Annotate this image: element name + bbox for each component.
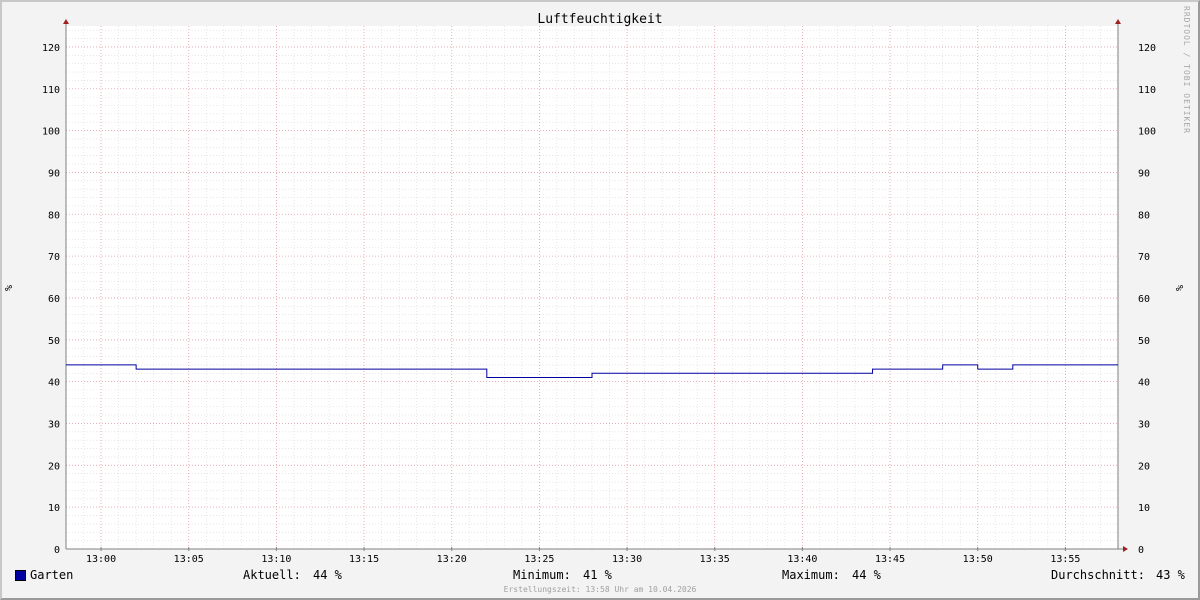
y-tick-label-left: 100	[42, 127, 60, 138]
y-tick-label-right: 30	[1138, 419, 1150, 430]
x-tick-label: 13:30	[612, 554, 642, 565]
legend-minimum-label: Minimum:	[513, 568, 571, 582]
legend-aktuell-label: Aktuell:	[243, 568, 301, 582]
x-tick-label: 13:20	[437, 554, 467, 565]
chart-title: Luftfeuchtigkeit	[537, 12, 662, 27]
y-tick-label-right: 20	[1138, 461, 1150, 472]
x-tick-label: 13:45	[875, 554, 905, 565]
y-tick-label-left: 20	[48, 461, 60, 472]
x-tick-label: 13:05	[174, 554, 204, 565]
rrdtool-watermark: RRDTOOL / TOBI OETIKER	[1182, 6, 1191, 134]
y-tick-label-right: 50	[1138, 336, 1150, 347]
y-tick-label-left: 120	[42, 43, 60, 54]
x-tick-label: 13:15	[349, 554, 379, 565]
grid	[65, 26, 1119, 550]
y-tick-label-right: 90	[1138, 168, 1150, 179]
y-tick-label-left: 110	[42, 85, 60, 96]
y-tick-label-left: 40	[48, 378, 60, 389]
y-tick-label-left: 90	[48, 168, 60, 179]
x-tick-label: 13:00	[86, 554, 116, 565]
y-tick-label-left: 80	[48, 210, 60, 221]
y-axis-arrow-left	[63, 19, 69, 24]
y-tick-label-right: 120	[1138, 43, 1156, 54]
y-tick-label-left: 70	[48, 252, 60, 263]
creation-time-footer: Erstellungszeit: 13:58 Uhr am 10.04.2026	[503, 585, 697, 594]
y-tick-label-right: 60	[1138, 294, 1150, 305]
x-tick-label: 13:40	[787, 554, 817, 565]
y-tick-label-left: 0	[54, 545, 60, 556]
legend-series-name: Garten	[30, 568, 74, 582]
x-tick-label: 13:35	[700, 554, 730, 565]
y-tick-label-left: 10	[48, 503, 60, 514]
x-tick-label: 13:50	[963, 554, 993, 565]
y-tick-label-left: 50	[48, 336, 60, 347]
legend-minimum-value: 41 %	[583, 568, 612, 582]
y-axis-arrow-right	[1115, 19, 1121, 24]
y-tick-label-right: 10	[1138, 503, 1150, 514]
legend-swatch-garten	[15, 570, 26, 581]
y-tick-label-right: 40	[1138, 378, 1150, 389]
y-tick-label-left: 60	[48, 294, 60, 305]
y-tick-label-right: 100	[1138, 127, 1156, 138]
y-axis-label-right: %	[1175, 285, 1186, 291]
x-axis-arrow	[1123, 546, 1128, 552]
x-tick-label: 13:10	[261, 554, 291, 565]
y-tick-label-right: 80	[1138, 210, 1150, 221]
y-tick-label-right: 0	[1138, 545, 1144, 556]
y-axis-label-left: %	[4, 285, 15, 291]
legend-durchschnitt-label: Durchschnitt:	[1051, 568, 1145, 582]
chart-svg: Luftfeuchtigkeit % % 0 0 10 10 20 20 30 30 40 40 5…	[4, 12, 1186, 565]
x-tick-label: 13:25	[524, 554, 554, 565]
legend-maximum-value: 44 %	[852, 568, 881, 582]
y-tick-label-left: 30	[48, 419, 60, 430]
x-tick-label: 13:55	[1050, 554, 1080, 565]
y-tick-label-right: 110	[1138, 85, 1156, 96]
legend-aktuell-value: 44 %	[313, 568, 342, 582]
y-tick-label-right: 70	[1138, 252, 1150, 263]
legend-durchschnitt-value: 43 %	[1156, 568, 1185, 582]
legend-maximum-label: Maximum:	[782, 568, 840, 582]
